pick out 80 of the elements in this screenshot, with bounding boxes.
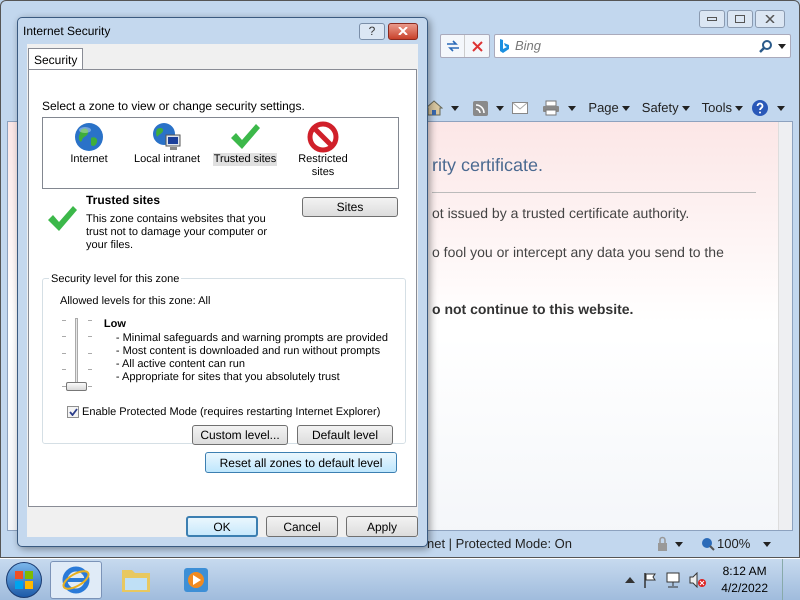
dialog-button[interactable]: OK [186,516,258,537]
clock-time[interactable]: 8:12 AM [722,562,767,580]
search-input[interactable]: Bing [515,36,753,56]
scrollbar[interactable] [778,122,792,530]
zone-item[interactable]: Trusted sites [209,121,281,166]
no-entry-icon [307,121,339,153]
level-description: - Appropriate for sites that you absolutely trust [116,371,341,384]
protected-mode-checkbox[interactable] [67,406,79,418]
level-description: - Minimal safeguards and warning prompts are provided [116,332,388,345]
reset-zones-button[interactable]: Reset all zones to default level [205,452,397,473]
tab[interactable]: Security [28,48,84,70]
zone-description: This zone contains websites that you trust not to damage your computer or your files. [86,213,268,252]
dialog-button[interactable]: Apply [346,516,418,537]
check-icon [68,408,78,416]
caret-icon [777,106,785,110]
dialog-button[interactable]: Cancel [266,516,338,537]
zoom-icon [701,537,715,551]
page-text: ot issued by a trusted certificate authority. [432,204,690,223]
network-icon[interactable] [665,572,682,588]
close-icon [398,27,408,35]
close-icon [765,15,775,23]
printer-icon[interactable] [542,100,560,116]
zone-item[interactable]: Local intranet [131,121,203,166]
protected-mode-label: Enable Protected Mode (requires restarting Internet Explorer) [82,404,380,420]
status-zone: net | Protected Mode: On [427,535,574,554]
globe-icon [73,121,105,153]
caret-icon [682,106,690,110]
level-name: Low [104,316,127,332]
slider-thumb[interactable] [66,382,87,390]
mail-icon[interactable] [512,102,528,114]
allowed-levels: Allowed levels for this zone: All [60,294,212,309]
clock-date[interactable]: 4/2/2022 [721,580,768,596]
feed-icon[interactable] [473,100,488,116]
command-menu[interactable]: Tools [702,98,743,118]
page-text: o fool you or intercept any data you send to the [432,243,725,262]
help-button[interactable]: ? [359,22,385,40]
stop-icon [472,40,482,52]
globe-monitor-icon [151,121,183,153]
command-menu[interactable]: Safety [642,98,690,118]
windows-logo-icon [15,570,33,588]
media-player-icon [183,566,209,592]
caret-icon [496,106,504,110]
show-hidden-icons[interactable] [625,576,636,582]
zoom-level[interactable]: 100% [717,534,763,554]
zone-title: Trusted sites [86,192,162,209]
caret-icon [675,542,683,546]
taskbar-app[interactable] [50,560,102,598]
muted-speaker-icon[interactable] [689,572,708,588]
level-button[interactable]: Custom level... [192,425,288,445]
maximize-button[interactable] [727,10,753,28]
flag-icon[interactable] [643,572,658,588]
start-button[interactable] [6,562,42,598]
group-legend: Security level for this zone [49,271,182,288]
page-heading: rity certificate. [432,154,544,177]
dialog-close-button[interactable] [388,22,418,40]
caret-icon [568,106,576,110]
search-field[interactable]: Bing [494,34,791,58]
security-slider[interactable] [60,316,90,392]
level-button[interactable]: Default level [297,425,393,445]
refresh-icon [446,40,460,52]
bing-logo-icon [499,39,509,53]
browser-icon [61,564,91,594]
caret-icon [778,44,786,48]
sites-button[interactable]: Sites [302,197,398,217]
warning-text: o not continue to this website. [432,300,634,319]
command-menu[interactable]: Page [588,98,630,118]
zone-item[interactable]: Restricted sites [287,121,359,179]
caret-icon [622,106,630,110]
level-description: - All active content can run [116,358,246,371]
caret-icon [763,542,771,546]
close-button[interactable] [755,10,785,28]
zone-item[interactable]: Internet [53,121,125,166]
caret-icon [735,106,743,110]
zone-prompt: Select a zone to view or change security settings. [42,98,306,115]
dialog-title: Internet Security [23,23,112,40]
minimize-button[interactable] [699,10,725,28]
caret-icon [451,106,460,110]
level-description: - Most content is downloaded and run without prompts [116,345,382,358]
help-icon[interactable] [751,99,769,117]
search-icon [759,40,772,52]
